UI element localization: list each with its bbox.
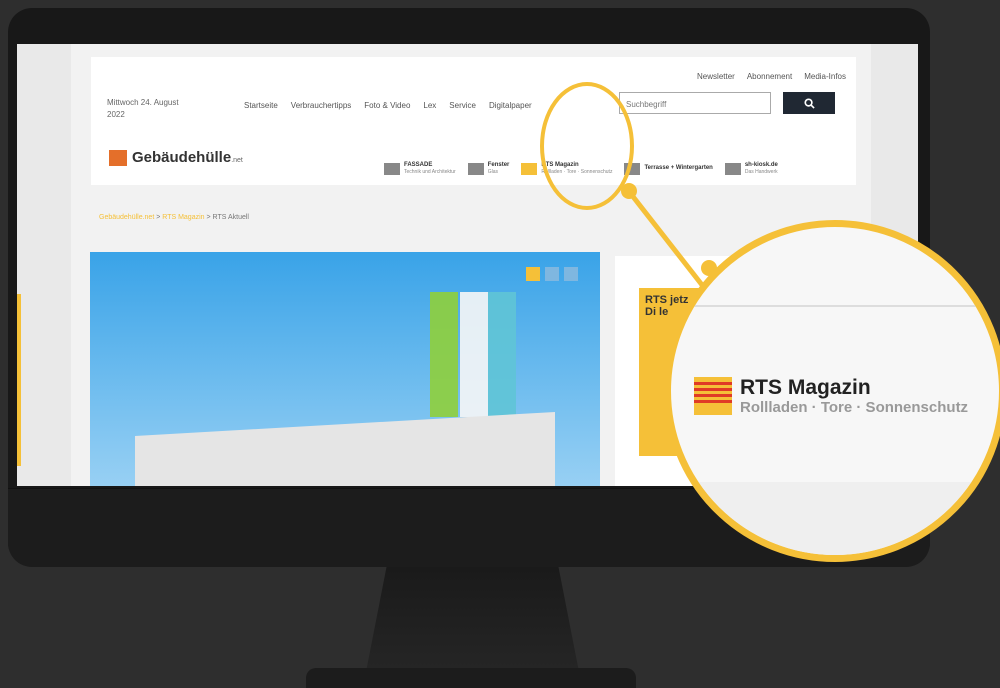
media-infos-link[interactable]: Media-Infos bbox=[804, 72, 846, 81]
flag bbox=[430, 292, 458, 417]
magnifier-lens: RTS Magazin Rollladen · Tore · Sonnensch… bbox=[664, 220, 1000, 562]
nav-startseite[interactable]: Startseite bbox=[244, 101, 278, 110]
current-date: Mittwoch 24. August 2022 bbox=[107, 98, 179, 119]
breadcrumb-section[interactable]: RTS Magazin bbox=[162, 214, 204, 221]
slider-dot[interactable] bbox=[526, 267, 540, 281]
flag bbox=[460, 292, 488, 417]
slider-dot[interactable] bbox=[545, 267, 559, 281]
site-logo[interactable]: Gebäudehülle.net bbox=[109, 149, 243, 166]
hero-image[interactable] bbox=[90, 252, 600, 486]
connector-dot bbox=[621, 183, 637, 199]
kiosk-logo-icon bbox=[724, 162, 741, 175]
magnifier-highlight bbox=[540, 82, 634, 210]
logo-suffix: .net bbox=[231, 157, 243, 164]
logo-text: Gebäudehülle bbox=[132, 149, 232, 166]
slider-dots bbox=[526, 267, 578, 281]
fassade-logo-icon bbox=[384, 162, 400, 175]
breadcrumb-current: RTS Aktuell bbox=[212, 214, 249, 221]
yellow-strip bbox=[17, 294, 21, 466]
search-button[interactable] bbox=[783, 92, 835, 114]
logo-icon bbox=[109, 149, 127, 166]
nav-digitalpaper[interactable]: Digitalpaper bbox=[489, 101, 532, 110]
rts-flag-icon bbox=[694, 377, 732, 415]
search-icon bbox=[803, 97, 815, 109]
newsletter-link[interactable]: Newsletter bbox=[697, 72, 735, 81]
site-header: Mittwoch 24. August 2022 Startseite Verb… bbox=[91, 57, 856, 185]
lens-background bbox=[671, 482, 999, 555]
rts-logo-icon bbox=[521, 162, 538, 175]
nav-service[interactable]: Service bbox=[449, 101, 476, 110]
rts-logo: RTS Magazin Rollladen · Tore · Sonnensch… bbox=[694, 377, 968, 417]
brand-terrasse[interactable]: Terrasse + Wintergarten bbox=[624, 162, 713, 175]
brand-sh-kiosk[interactable]: sh-kiosk.de Das Handwerk bbox=[724, 162, 778, 175]
nav-lex[interactable]: Lex bbox=[423, 101, 436, 110]
nav-foto-video[interactable]: Foto & Video bbox=[364, 101, 410, 110]
slider-dot[interactable] bbox=[564, 267, 578, 281]
building bbox=[135, 412, 555, 486]
top-links: Newsletter Abonnement Media-Infos bbox=[697, 72, 846, 81]
fenster-logo-icon bbox=[467, 162, 484, 175]
divider bbox=[671, 305, 999, 307]
brand-fenster[interactable]: Fenster Glas bbox=[467, 162, 509, 175]
monitor-base bbox=[306, 668, 636, 688]
rts-title: RTS Magazin bbox=[740, 376, 871, 399]
rts-subtitle: Rollladen · Tore · Sonnenschutz bbox=[740, 399, 969, 416]
breadcrumb: Gebäudehülle.net > RTS Magazin > RTS Akt… bbox=[99, 214, 249, 221]
flag bbox=[488, 292, 516, 417]
nav-verbrauchertipps[interactable]: Verbrauchertipps bbox=[291, 101, 351, 110]
main-nav: Startseite Verbrauchertipps Foto & Video… bbox=[244, 101, 532, 110]
breadcrumb-home[interactable]: Gebäudehülle.net bbox=[99, 214, 154, 221]
abonnement-link[interactable]: Abonnement bbox=[747, 72, 792, 81]
brand-fassade[interactable]: FASSADE Technik und Architektur bbox=[384, 162, 456, 175]
search-input[interactable]: Suchbegriff bbox=[619, 92, 771, 114]
monitor-stand bbox=[365, 567, 580, 677]
